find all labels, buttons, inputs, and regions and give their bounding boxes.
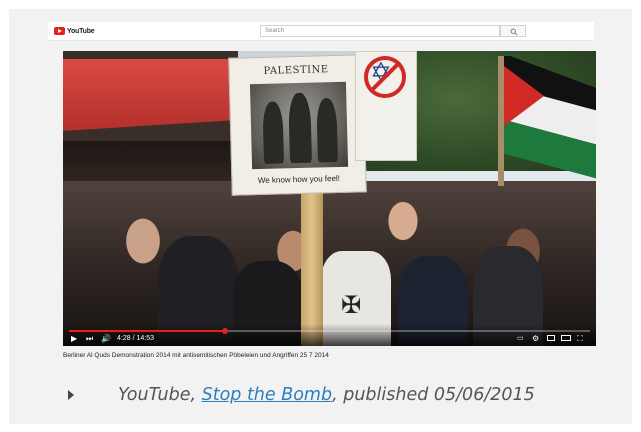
protest-sign: PALESTINE We know how you feel! (228, 54, 367, 196)
caption-row: YouTube, Stop the Bomb, published 05/06/… (68, 384, 535, 406)
next-icon[interactable]: ⏭ (86, 335, 93, 343)
play-icon[interactable]: ▶ (71, 335, 77, 343)
sign-photo-figure (288, 92, 312, 164)
caption-text: YouTube, Stop the Bomb, published 05/06/… (118, 385, 535, 405)
video-scene-awning (63, 59, 233, 131)
progress-scrubber[interactable] (222, 328, 229, 334)
video-player[interactable]: ✠ PALESTINE We know how you feel! ✡ ▶ ⏭ … (63, 51, 596, 346)
youtube-play-icon (54, 27, 65, 35)
flag-triangle (504, 66, 544, 126)
caption-link[interactable]: Stop the Bomb (202, 385, 333, 405)
youtube-logo-text: YouTube (67, 27, 95, 35)
subtitles-icon[interactable]: ▭ (517, 335, 524, 343)
theater-mode-icon[interactable] (561, 335, 571, 341)
prohibition-icon (364, 56, 406, 98)
settings-icon[interactable]: ⚙ (532, 335, 539, 343)
video-scene-sign-pole (301, 191, 323, 346)
youtube-header: YouTube Search (48, 22, 594, 41)
sign-photo-figure (262, 101, 284, 164)
caption-suffix: , published 05/06/2015 (332, 385, 535, 405)
youtube-logo[interactable]: YouTube (54, 26, 95, 36)
caption-arrow-icon[interactable] (68, 390, 74, 400)
sign-photo-figure (316, 97, 338, 163)
search-input[interactable]: Search (260, 25, 500, 37)
time-display: 4:28 / 14:53 (117, 335, 154, 342)
iron-cross-icon: ✠ (341, 291, 362, 319)
progress-fill (69, 330, 226, 332)
magnifier-icon (510, 28, 518, 36)
miniplayer-icon[interactable] (547, 335, 555, 341)
protest-sign-title: PALESTINE (263, 64, 329, 77)
volume-icon[interactable]: 🔊 (101, 335, 111, 343)
video-title[interactable]: Berliner Al Quds Demonstration 2014 mit … (63, 352, 603, 359)
fullscreen-icon[interactable]: ⛶ (577, 335, 583, 343)
protest-sign-secondary: ✡ (355, 51, 417, 161)
video-controls: ▶ ⏭ 🔊 4:28 / 14:53 ▭ ⚙ ⛶ (63, 324, 596, 346)
caption-prefix: YouTube, (118, 385, 202, 405)
protest-sign-photo (249, 81, 349, 170)
progress-bar[interactable] (69, 328, 590, 334)
palestine-flag (498, 56, 596, 186)
protest-sign-caption: We know how you feel! (257, 173, 341, 186)
search-button[interactable] (500, 25, 526, 37)
